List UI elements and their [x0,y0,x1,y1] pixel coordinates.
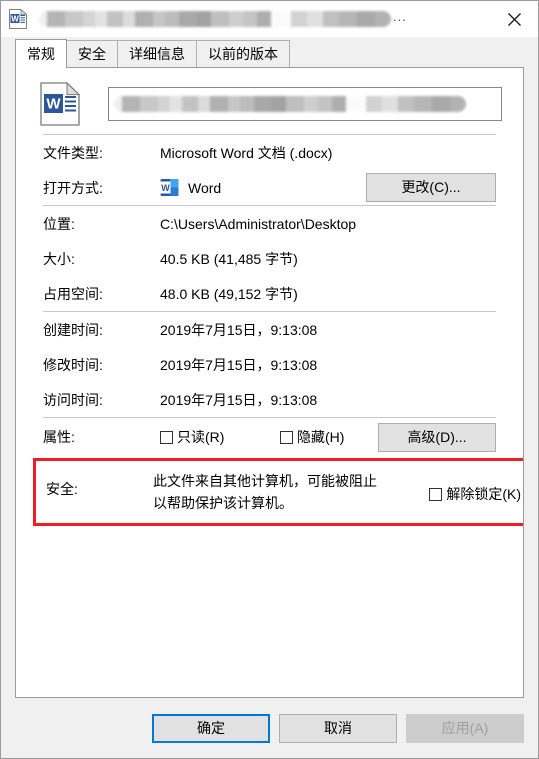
attributes-row: 属性: 只读(R) 隐藏(H) 高级(D)... [29,418,510,456]
unblock-checkbox[interactable]: 解除锁定(K) [429,470,523,504]
file-properties-dialog: W ... 常规 安全 详细信息 以前的版本 W 文件类型: Microsoft… [0,0,539,759]
type-section: 文件类型: Microsoft Word 文档 (.docx) 打开方式: W [29,135,510,205]
tab-strip: 常规 安全 详细信息 以前的版本 [1,37,538,68]
svg-text:W: W [161,183,170,193]
tab-security[interactable]: 安全 [66,40,118,67]
security-message-line2: 以帮助保护该计算机。 [153,495,293,511]
svg-text:W: W [46,96,61,113]
dialog-button-bar: 确定 取消 应用(A) [1,698,538,758]
unblock-label: 解除锁定(K) [446,486,521,502]
title-ellipsis: ... [393,9,407,24]
location-row: 位置: C:\Users\Administrator\Desktop [43,206,496,241]
tab-details[interactable]: 详细信息 [117,40,197,67]
size-row: 大小: 40.5 KB (41,485 字节) [43,241,496,276]
location-size-section: 位置: C:\Users\Administrator\Desktop 大小: 4… [29,206,510,311]
accessed-value: 2019年7月15日，9:13:08 [160,391,318,408]
timestamps-section: 创建时间: 2019年7月15日，9:13:08 修改时间: 2019年7月15… [29,312,510,417]
open-with-label: 打开方式: [43,179,103,196]
open-with-row: 打开方式: W Word 更改(C)... [43,170,496,205]
open-with-value: W Word [160,178,366,197]
file-type-label: 文件类型: [43,144,103,161]
ok-button[interactable]: 确定 [152,713,270,743]
unblock-checkbox-box[interactable] [429,487,443,501]
attributes-label: 属性: [43,429,75,445]
disk-size-value: 48.0 KB (49,152 字节) [160,285,298,302]
file-name-input[interactable] [108,87,502,121]
word-document-icon: W [39,81,81,127]
readonly-checkbox-box[interactable] [160,430,173,444]
security-message: 此文件来自其他计算机，可能被阻止 以帮助保护该计算机。 [153,470,429,514]
tab-general[interactable]: 常规 [15,39,67,68]
advanced-button[interactable]: 高级(D)... [378,422,496,452]
security-highlight-box: 安全: 此文件来自其他计算机，可能被阻止 以帮助保护该计算机。 解除锁定(K) [33,458,523,526]
readonly-checkbox[interactable]: 只读(R) [160,427,280,447]
cancel-button[interactable]: 取消 [279,713,397,743]
file-header: W [29,68,510,134]
created-label: 创建时间: [43,321,103,338]
redacted-title-text [39,11,391,27]
general-tab-panel: W 文件类型: Microsoft Word 文档 (.docx) 打开方式: … [15,67,524,698]
size-value: 40.5 KB (41,485 字节) [160,250,298,267]
created-value: 2019年7月15日，9:13:08 [160,321,318,338]
open-with-app-name: Word [188,179,222,196]
redacted-file-name [114,96,466,112]
security-message-line1: 此文件来自其他计算机，可能被阻止 [153,473,377,489]
word-app-icon: W [160,178,179,197]
tab-previous-versions[interactable]: 以前的版本 [196,40,290,67]
security-label: 安全: [46,481,78,497]
size-label: 大小: [43,250,75,267]
window-title: ... [34,8,492,30]
svg-text:W: W [11,14,19,23]
modified-label: 修改时间: [43,356,103,373]
file-type-value: Microsoft Word 文档 (.docx) [160,144,333,161]
hidden-checkbox[interactable]: 隐藏(H) [280,427,378,447]
modified-row: 修改时间: 2019年7月15日，9:13:08 [43,347,496,382]
hidden-checkbox-box[interactable] [280,430,293,444]
disk-size-row: 占用空间: 48.0 KB (49,152 字节) [43,276,496,311]
file-type-row: 文件类型: Microsoft Word 文档 (.docx) [43,135,496,170]
hidden-label: 隐藏(H) [297,429,345,445]
modified-value: 2019年7月15日，9:13:08 [160,356,318,373]
apply-button: 应用(A) [406,713,524,743]
disk-size-label: 占用空间: [43,285,103,302]
close-button[interactable] [492,3,537,35]
word-document-icon: W [8,8,28,30]
change-button[interactable]: 更改(C)... [366,173,496,202]
created-row: 创建时间: 2019年7月15日，9:13:08 [43,312,496,347]
readonly-label: 只读(R) [177,429,225,445]
accessed-label: 访问时间: [43,391,103,408]
title-bar: W ... [1,1,538,37]
location-label: 位置: [43,215,75,232]
location-value: C:\Users\Administrator\Desktop [160,215,357,232]
accessed-row: 访问时间: 2019年7月15日，9:13:08 [43,382,496,417]
